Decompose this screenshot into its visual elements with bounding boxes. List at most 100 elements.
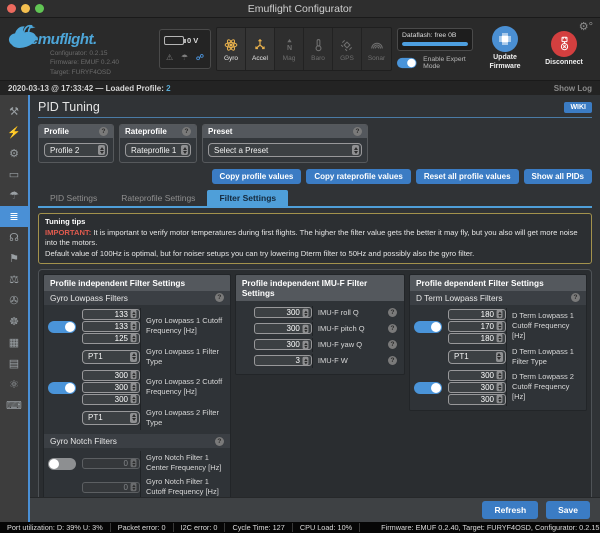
- stepper-icon[interactable]: [181, 145, 188, 155]
- rateprofile-select[interactable]: Rateprofile 1: [125, 143, 191, 157]
- number-input-value: 300: [257, 324, 302, 333]
- help-icon[interactable]: ?: [353, 127, 362, 136]
- help-icon[interactable]: ?: [215, 293, 224, 302]
- filter-enable-toggle[interactable]: [414, 321, 442, 333]
- filter-type-select[interactable]: PT1: [82, 411, 140, 425]
- filter-frequency-input[interactable]: 133: [82, 309, 140, 320]
- update-firmware-button[interactable]: Update Firmware: [478, 26, 532, 72]
- copy-profile-values-button[interactable]: Copy profile values: [212, 169, 302, 184]
- tab-rateprofile-settings[interactable]: Rateprofile Settings: [109, 190, 207, 206]
- help-icon[interactable]: ?: [388, 308, 397, 317]
- imuf-value-input[interactable]: 300: [254, 339, 312, 350]
- sidebar-item-motors[interactable]: ☸: [0, 311, 28, 332]
- help-icon[interactable]: ?: [99, 127, 108, 136]
- filter-enable-toggle[interactable]: [48, 382, 76, 394]
- stepper-icon[interactable]: [302, 324, 308, 333]
- filter-frequency-input[interactable]: 133: [82, 321, 140, 332]
- stepper-icon[interactable]: [496, 352, 503, 362]
- sidebar-item-servos[interactable]: ✇: [0, 290, 28, 311]
- stepper-icon[interactable]: [352, 145, 359, 155]
- sidebar-item-power-battery[interactable]: ▭: [0, 164, 28, 185]
- stepper-icon[interactable]: [497, 395, 503, 404]
- sidebar-item-modes[interactable]: ⚑: [0, 248, 28, 269]
- help-icon[interactable]: ?: [182, 127, 191, 136]
- sidebar-item-setup[interactable]: ⚒: [0, 101, 28, 122]
- stepper-icon[interactable]: [497, 310, 503, 319]
- imuf-value-input[interactable]: 300: [254, 307, 312, 318]
- sidebar-item-pid-tuning[interactable]: ≣: [0, 206, 28, 227]
- help-icon[interactable]: ?: [388, 356, 397, 365]
- filter-enable-toggle[interactable]: [414, 382, 442, 394]
- tab-pid-settings[interactable]: PID Settings: [38, 190, 109, 206]
- filter-frequency-input[interactable]: 170: [448, 321, 506, 332]
- sidebar-item-receiver[interactable]: ☊: [0, 227, 28, 248]
- stepper-icon[interactable]: [131, 371, 137, 380]
- filter-frequency-input[interactable]: 180: [448, 333, 506, 344]
- stepper-icon[interactable]: [131, 395, 137, 404]
- filter-frequency-input[interactable]: 300: [448, 370, 506, 381]
- sidebar-item-osd[interactable]: ▦: [0, 332, 28, 353]
- filter-input-stack: PT1: [448, 349, 506, 365]
- help-icon[interactable]: ?: [388, 324, 397, 333]
- plug-icon: ⚡: [7, 126, 21, 139]
- refresh-button[interactable]: Refresh: [482, 501, 538, 519]
- filter-input-stack: 300300300: [448, 369, 506, 406]
- stepper-icon[interactable]: [130, 352, 137, 362]
- imuf-value-input[interactable]: 3: [254, 355, 312, 366]
- stepper-icon[interactable]: [131, 459, 137, 468]
- filter-frequency-input[interactable]: 300: [82, 382, 140, 393]
- help-icon[interactable]: ?: [571, 293, 580, 302]
- link-icon: ☍: [196, 54, 204, 62]
- settings-gear-icon[interactable]: ⚙°: [579, 22, 593, 33]
- sidebar-item-adjustments[interactable]: ⚖: [0, 269, 28, 290]
- filter-enable-toggle[interactable]: [48, 458, 76, 470]
- filter-frequency-input[interactable]: 300: [82, 394, 140, 405]
- help-icon[interactable]: ?: [388, 340, 397, 349]
- show-log-button[interactable]: Show Log: [554, 84, 592, 93]
- stepper-icon[interactable]: [302, 341, 308, 350]
- save-button[interactable]: Save: [546, 501, 590, 519]
- filter-frequency-input[interactable]: 180: [448, 309, 506, 320]
- stepper-icon[interactable]: [131, 322, 137, 331]
- imuf-label: IMU-F W: [312, 354, 388, 368]
- stepper-icon[interactable]: [131, 483, 137, 492]
- stepper-icon[interactable]: [302, 308, 308, 317]
- sidebar-item-sensors[interactable]: ⚛: [0, 374, 28, 395]
- stepper-icon[interactable]: [497, 334, 503, 343]
- help-icon[interactable]: ?: [215, 437, 224, 446]
- imuf-value-input[interactable]: 300: [254, 323, 312, 334]
- select-box-header: Profile?: [39, 125, 113, 138]
- stepper-icon[interactable]: [302, 357, 308, 366]
- status-footer: Port utilization: D: 39% U: 3%Packet err…: [0, 522, 600, 533]
- sidebar-item-configuration[interactable]: ⚙: [0, 143, 28, 164]
- sidebar-item-ports[interactable]: ⚡: [0, 122, 28, 143]
- sidebar-item-led-strip[interactable]: ▤: [0, 353, 28, 374]
- filter-type-select[interactable]: PT1: [82, 350, 140, 364]
- stepper-icon[interactable]: [497, 383, 503, 392]
- wiki-button[interactable]: WIKI: [564, 102, 592, 113]
- show-all-pids-button[interactable]: Show all PIDs: [524, 169, 592, 184]
- stepper-icon[interactable]: [130, 413, 137, 423]
- stepper-icon[interactable]: [131, 334, 137, 343]
- filter-frequency-input[interactable]: 125: [82, 333, 140, 344]
- stepper-icon[interactable]: [131, 383, 137, 392]
- stepper-icon[interactable]: [98, 145, 105, 155]
- sidebar-item-cli[interactable]: ⌨: [0, 395, 28, 416]
- filter-frequency-input[interactable]: 300: [448, 382, 506, 393]
- preset-select[interactable]: Select a Preset: [208, 143, 362, 157]
- stepper-icon[interactable]: [497, 371, 503, 380]
- stepper-icon[interactable]: [131, 310, 137, 319]
- stepper-icon[interactable]: [497, 322, 503, 331]
- profile-select[interactable]: Profile 2: [44, 143, 108, 157]
- sensor-label: Sonar: [368, 55, 385, 62]
- expert-mode-toggle[interactable]: [397, 58, 417, 68]
- sidebar-item-failsafe[interactable]: ☂: [0, 185, 28, 206]
- copy-rateprofile-values-button[interactable]: Copy rateprofile values: [306, 169, 410, 184]
- filter-frequency-input[interactable]: 300: [448, 394, 506, 405]
- filter-type-select[interactable]: PT1: [448, 350, 506, 364]
- filter-enable-toggle[interactable]: [48, 321, 76, 333]
- filter-frequency-input[interactable]: 300: [82, 370, 140, 381]
- tab-filter-settings[interactable]: Filter Settings: [207, 190, 288, 206]
- disconnect-button[interactable]: Disconnect: [537, 31, 591, 68]
- reset-all-profile-values-button[interactable]: Reset all profile values: [416, 169, 519, 184]
